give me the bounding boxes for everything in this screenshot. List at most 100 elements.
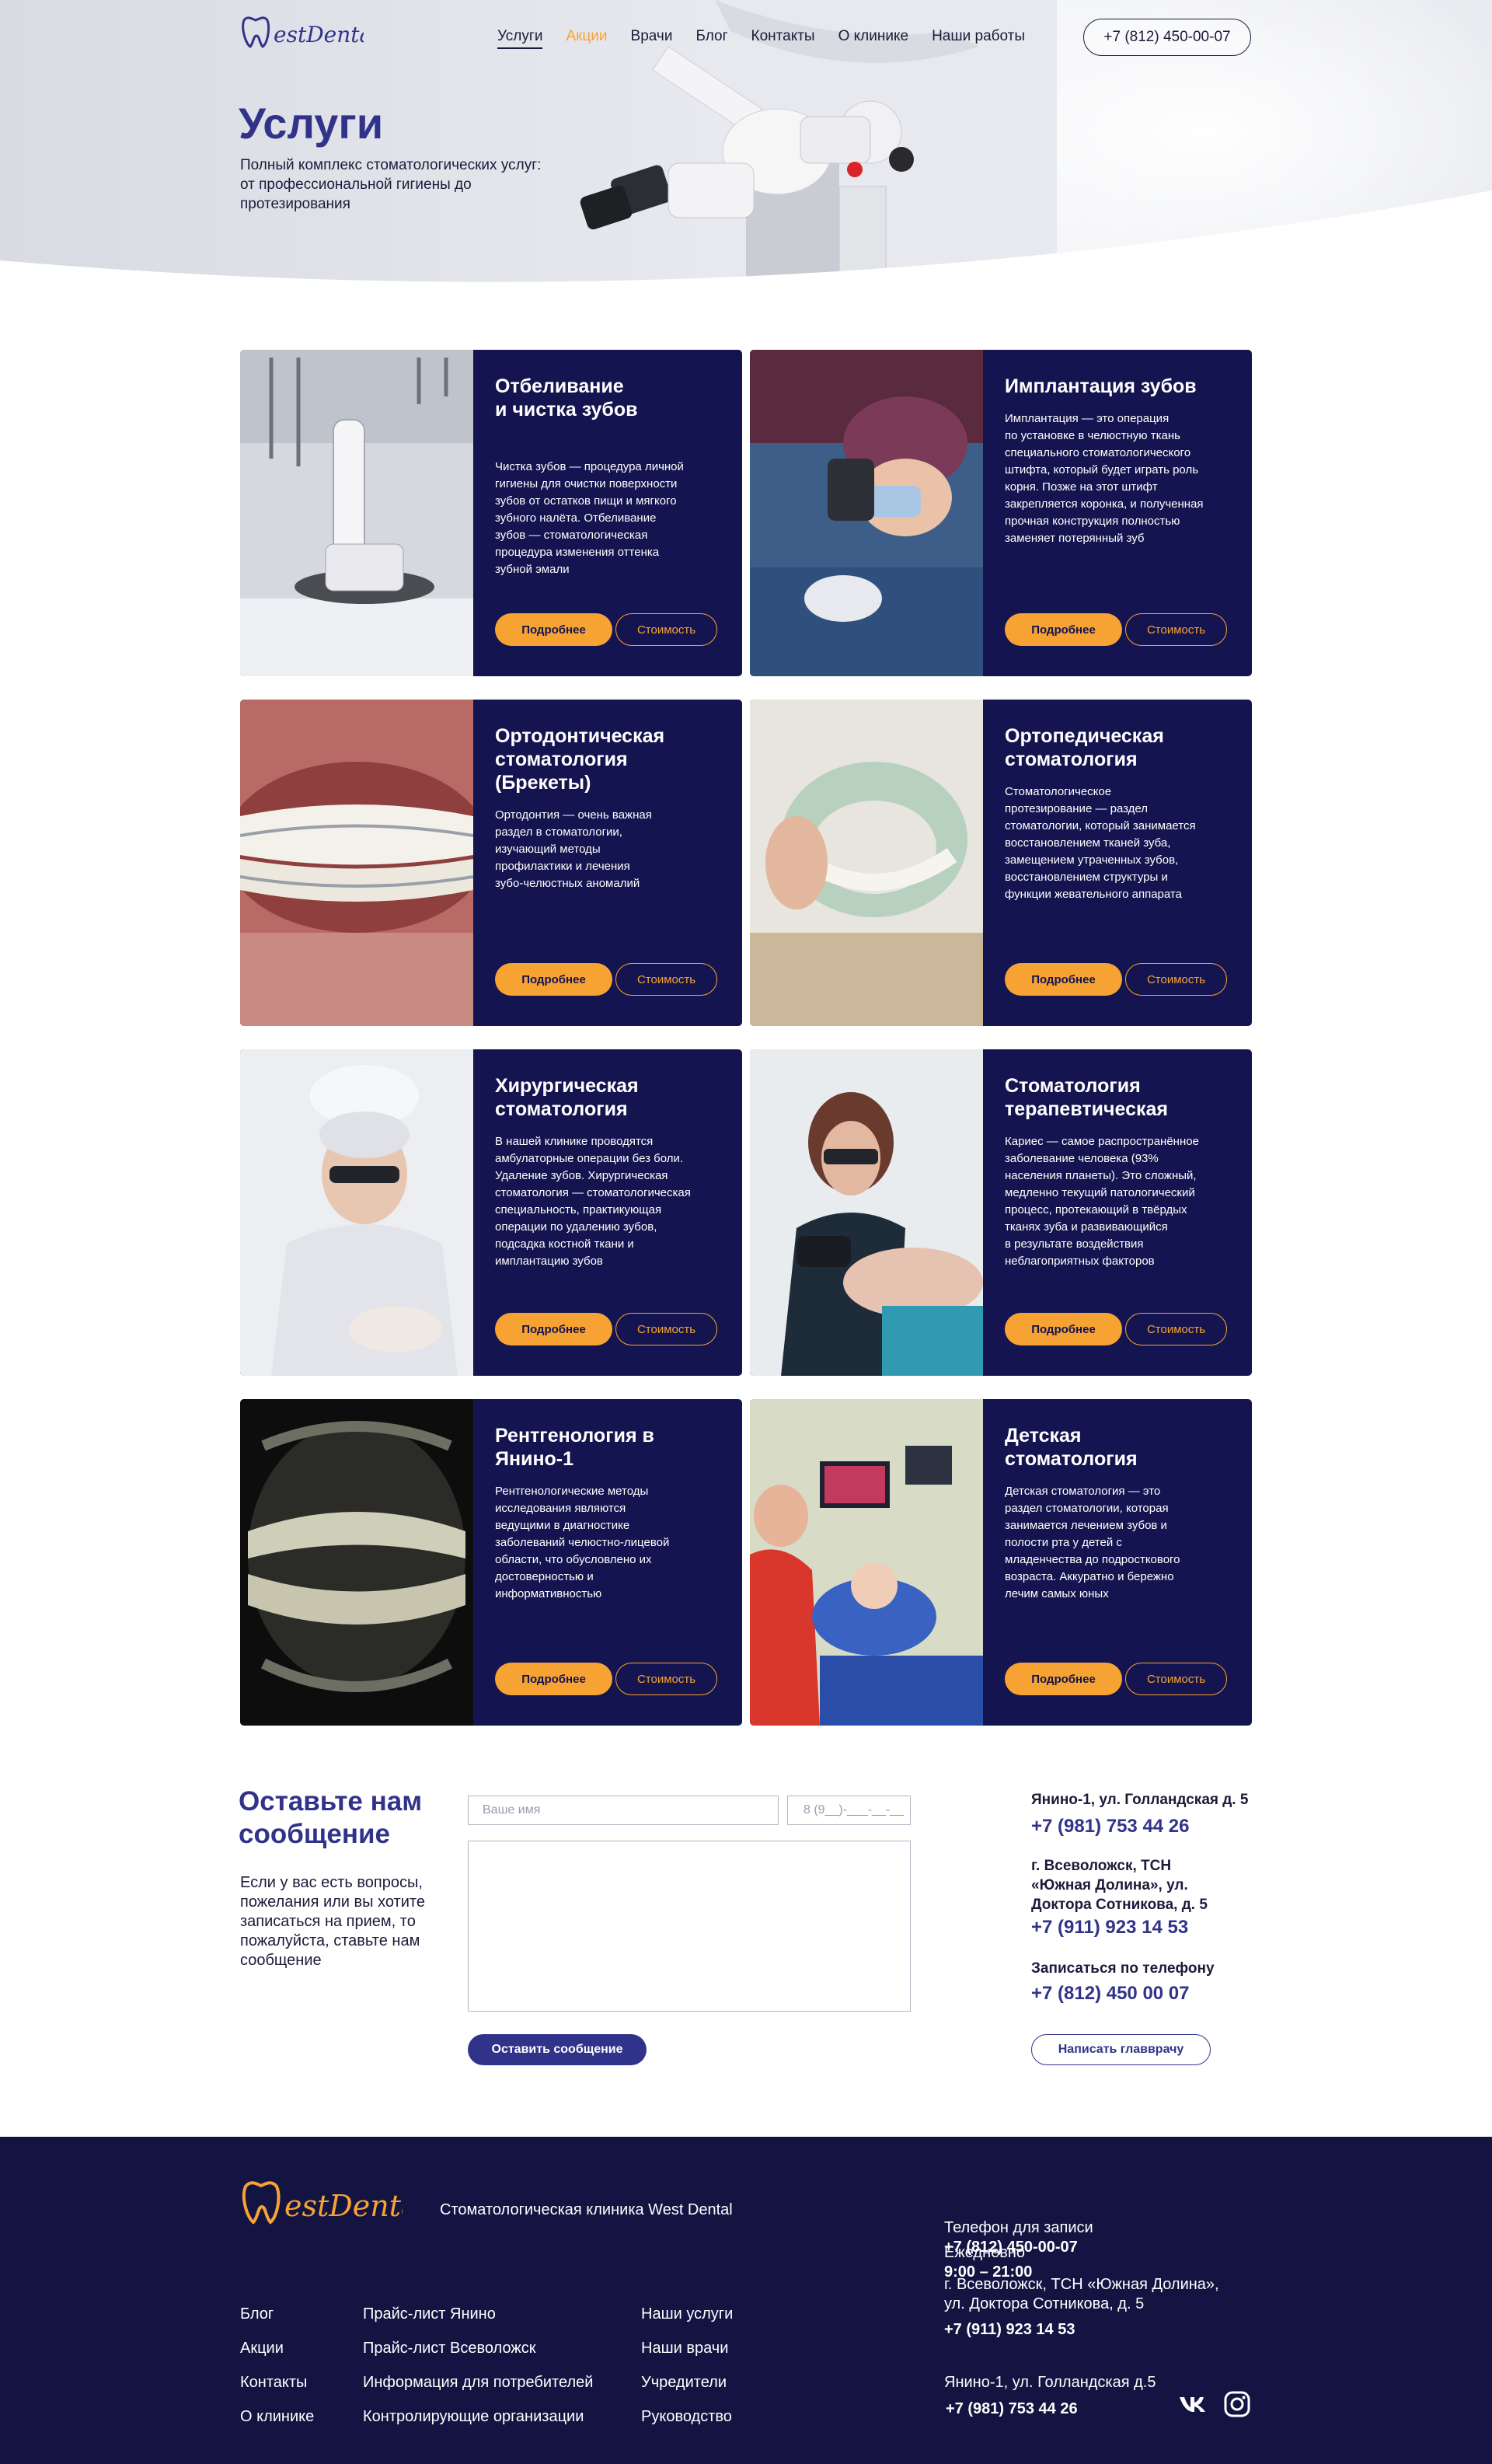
footer-address-vsevolozhsk: г. Всеволожск, ТСН «Южная Долина», ул. Д… bbox=[944, 2276, 1219, 2312]
nav-services[interactable]: Услуги bbox=[497, 28, 543, 49]
service-title: Стоматология терапевтическая bbox=[1005, 1075, 1168, 1120]
price-button[interactable]: Стоимость bbox=[1125, 1313, 1227, 1345]
footer-link-founders[interactable]: Учредители bbox=[641, 2374, 733, 2392]
price-button[interactable]: Стоимость bbox=[615, 1663, 717, 1695]
service-title: Имплантация зубов bbox=[1005, 375, 1197, 397]
footer-tagline: Стоматологическая клиника West Dental bbox=[440, 2201, 733, 2218]
footer-logo[interactable]: estDental bbox=[239, 2176, 403, 2230]
service-description: Кариес — самое распространённое заболева… bbox=[1005, 1135, 1199, 1268]
card-body: Отбеливание и чистка зубов Чистка зубов … bbox=[473, 350, 742, 676]
header-phone-button[interactable]: +7 (812) 450-00-07 bbox=[1083, 19, 1251, 56]
footer-links-col3: Наши услуги Наши врачи Учредители Руково… bbox=[641, 2305, 733, 2426]
nav-contacts[interactable]: Контакты bbox=[751, 28, 815, 45]
card-body: Ортопедическая стоматология Стоматологич… bbox=[983, 700, 1252, 1026]
card-actions: Подробнее Стоимость bbox=[495, 1313, 717, 1345]
site-footer: estDental Стоматологическая клиника West… bbox=[0, 2137, 1492, 2464]
booking-label: Записаться по телефону bbox=[1031, 1960, 1215, 1977]
message-textarea[interactable] bbox=[468, 1841, 911, 2012]
footer-hours-label: Ежедневно bbox=[944, 2244, 1026, 2261]
card-body: Детская стоматология Детская стоматологи… bbox=[983, 1399, 1252, 1726]
service-card-therapy: Стоматология терапевтическая Кариес — са… bbox=[750, 1049, 1252, 1376]
vk-icon[interactable] bbox=[1178, 2389, 1208, 2419]
footer-link-promo[interactable]: Акции bbox=[240, 2340, 314, 2358]
footer-phone-yanino[interactable]: +7 (981) 753 44 26 bbox=[946, 2399, 1078, 2419]
footer-link-about[interactable]: О клинике bbox=[240, 2408, 314, 2426]
card-actions: Подробнее Стоимость bbox=[1005, 1663, 1227, 1695]
nav-promo[interactable]: Акции bbox=[566, 28, 607, 45]
price-button[interactable]: Стоимость bbox=[1125, 613, 1227, 646]
dental-scanner-photo bbox=[240, 350, 473, 676]
send-message-button[interactable]: Оставить сообщение bbox=[468, 2034, 647, 2065]
service-card-kids: Детская стоматология Детская стоматологи… bbox=[750, 1399, 1252, 1726]
service-title: Ортопедическая стоматология bbox=[1005, 725, 1164, 770]
service-title: Хирургическая стоматология bbox=[495, 1075, 639, 1120]
details-button[interactable]: Подробнее bbox=[1005, 1663, 1122, 1695]
instagram-icon[interactable] bbox=[1222, 2389, 1252, 2419]
price-button[interactable]: Стоимость bbox=[615, 963, 717, 996]
phone-yanino[interactable]: +7 (981) 753 44 26 bbox=[1031, 1816, 1190, 1838]
service-title: Детская стоматология bbox=[1005, 1425, 1138, 1470]
service-description: Детская стоматология — это раздел стомат… bbox=[1005, 1485, 1180, 1600]
footer-links-col2: Прайс-лист Янино Прайс-лист Всеволожск И… bbox=[363, 2305, 593, 2426]
service-title: Рентгенология в Янино-1 bbox=[495, 1425, 654, 1470]
details-button[interactable]: Подробнее bbox=[1005, 613, 1122, 646]
card-body: Рентгенология в Янино-1 Рентгенологическ… bbox=[473, 1399, 742, 1726]
contact-description: Если у вас есть вопросы, пожелания или в… bbox=[240, 1874, 425, 1969]
details-button[interactable]: Подробнее bbox=[1005, 963, 1122, 996]
service-description: Рентгенологические методы исследования я… bbox=[495, 1485, 670, 1600]
write-chief-doctor-button[interactable]: Написать главврачу bbox=[1031, 2034, 1211, 2065]
footer-link-consumer-info[interactable]: Информация для потребителей bbox=[363, 2374, 593, 2392]
footer-link-price-yanino[interactable]: Прайс-лист Янино bbox=[363, 2305, 593, 2323]
name-input[interactable] bbox=[468, 1796, 779, 1825]
service-card-implantation: Имплантация зубов Имплантация — это опер… bbox=[750, 350, 1252, 676]
denture-photo bbox=[750, 700, 983, 1026]
nav-doctors[interactable]: Врачи bbox=[631, 28, 673, 45]
price-button[interactable]: Стоимость bbox=[615, 1313, 717, 1345]
nav-works[interactable]: Наши работы bbox=[932, 28, 1025, 45]
details-button[interactable]: Подробнее bbox=[1005, 1313, 1122, 1345]
nav-blog[interactable]: Блог bbox=[695, 28, 727, 45]
service-card-orthopedics: Ортопедическая стоматология Стоматологич… bbox=[750, 700, 1252, 1026]
address-yanino: Янино-1, ул. Голландская д. 5 bbox=[1031, 1792, 1249, 1808]
footer-link-doctors[interactable]: Наши врачи bbox=[641, 2340, 733, 2358]
footer-link-regulators[interactable]: Контролирующие организации bbox=[363, 2408, 593, 2426]
svg-text:estDental: estDental bbox=[274, 22, 364, 47]
service-title: Отбеливание и чистка зубов bbox=[495, 375, 638, 421]
hero-section: estDental Услуги Акции Врачи Блог Контак… bbox=[0, 0, 1492, 311]
footer-link-services[interactable]: Наши услуги bbox=[641, 2305, 733, 2323]
price-button[interactable]: Стоимость bbox=[1125, 963, 1227, 996]
footer-hours-line: Ежедневно 9:00 – 21:00 bbox=[944, 2224, 1032, 2282]
nav-about[interactable]: О клинике bbox=[838, 28, 908, 45]
surgeon-microscope-photo bbox=[750, 350, 983, 676]
price-button[interactable]: Стоимость bbox=[615, 613, 717, 646]
price-button[interactable]: Стоимость bbox=[1125, 1663, 1227, 1695]
footer-link-price-vsevolozhsk[interactable]: Прайс-лист Всеволожск bbox=[363, 2340, 593, 2358]
footer-link-management[interactable]: Руководство bbox=[641, 2408, 733, 2426]
dentist-patient-photo bbox=[750, 1049, 983, 1376]
details-button[interactable]: Подробнее bbox=[495, 1313, 612, 1345]
footer-address-yanino: Янино-1, ул. Голландская д.5 bbox=[944, 2374, 1156, 2391]
phone-booking[interactable]: +7 (812) 450 00 07 bbox=[1031, 1983, 1190, 2005]
card-actions: Подробнее Стоимость bbox=[1005, 963, 1227, 996]
phone-input[interactable] bbox=[787, 1796, 911, 1825]
card-body: Ортодонтическая стоматология (Брекеты) О… bbox=[473, 700, 742, 1026]
phone-vsevolozhsk[interactable]: +7 (911) 923 14 53 bbox=[1031, 1917, 1188, 1939]
west-dental-logo[interactable]: estDental bbox=[239, 12, 364, 53]
braces-photo bbox=[240, 700, 473, 1026]
services-grid: Отбеливание и чистка зубов Чистка зубов … bbox=[240, 350, 1252, 1726]
xray-photo bbox=[240, 1399, 473, 1726]
details-button[interactable]: Подробнее bbox=[495, 1663, 612, 1695]
service-card-orthodontics: Ортодонтическая стоматология (Брекеты) О… bbox=[240, 700, 742, 1026]
service-title: Ортодонтическая стоматология (Брекеты) bbox=[495, 725, 665, 794]
footer-phone-vsevolozhsk[interactable]: +7 (911) 923 14 53 bbox=[944, 2320, 1075, 2340]
footer-link-contacts[interactable]: Контакты bbox=[240, 2374, 314, 2392]
footer-link-blog[interactable]: Блог bbox=[240, 2305, 314, 2323]
card-actions: Подробнее Стоимость bbox=[495, 1663, 717, 1695]
service-description: В нашей клинике проводятся амбулаторные … bbox=[495, 1135, 691, 1268]
footer-links-col1: Блог Акции Контакты О клинике bbox=[240, 2305, 314, 2426]
details-button[interactable]: Подробнее bbox=[495, 963, 612, 996]
service-description: Стоматологическое протезирование — разде… bbox=[1005, 785, 1196, 901]
service-description: Чистка зубов — процедура личной гигиены … bbox=[495, 460, 684, 576]
service-card-surgery: Хирургическая стоматология В нашей клини… bbox=[240, 1049, 742, 1376]
details-button[interactable]: Подробнее bbox=[495, 613, 612, 646]
